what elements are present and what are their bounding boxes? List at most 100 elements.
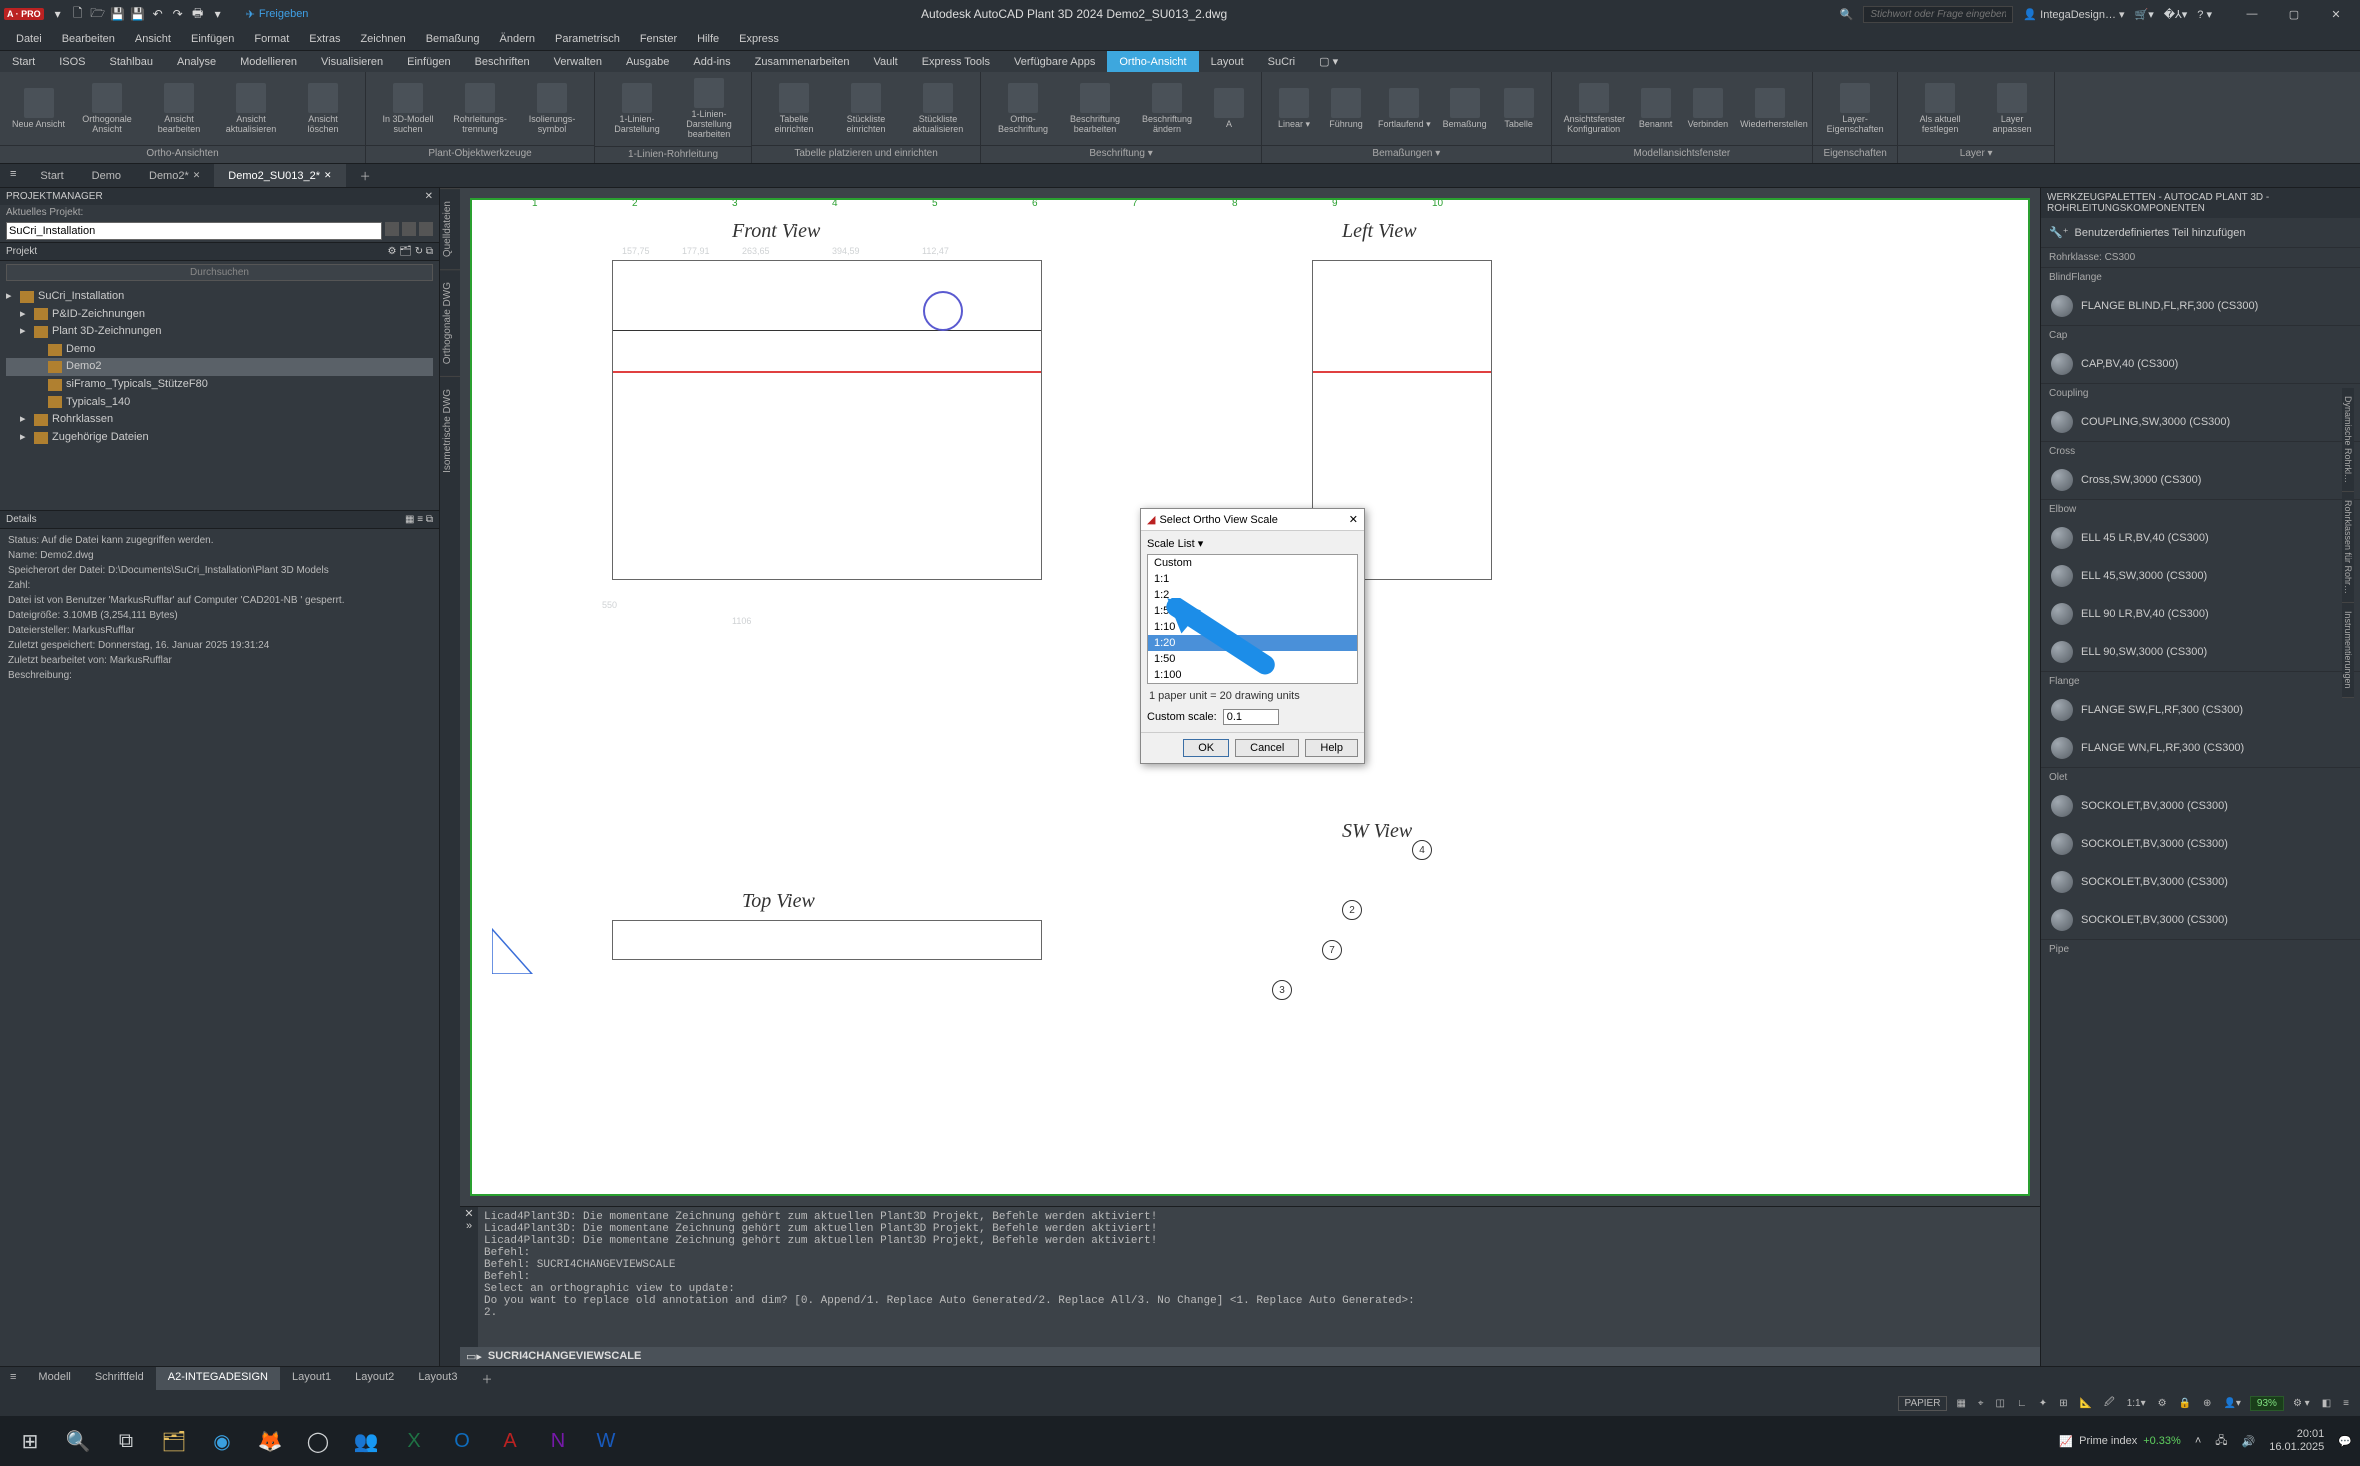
palette-add-custom[interactable]: 🔧⁺ Benutzerdefiniertes Teil hinzufügen	[2041, 218, 2360, 247]
palette-item[interactable]: SOCKOLET,BV,3000 (CS300)	[2041, 825, 2360, 863]
ribbon-tab[interactable]: ISOS	[47, 51, 97, 72]
undo-icon[interactable]: ↶	[150, 6, 166, 22]
ribbon-button[interactable]: Stückliste einrichten	[832, 81, 900, 137]
ribbon-tab[interactable]: Beschriften	[463, 51, 542, 72]
menu-icon[interactable]: ▾	[50, 6, 66, 22]
ribbon-button[interactable]: Tabelle einrichten	[760, 81, 828, 137]
help-icon[interactable]: ? ▾	[2197, 8, 2212, 21]
ribbon-button[interactable]: Ansichtsfenster Konfiguration	[1560, 81, 1628, 137]
ribbon-tab[interactable]: Analyse	[165, 51, 228, 72]
ribbon-button[interactable]: Stückliste aktualisieren	[904, 81, 972, 137]
autocad-tb-icon[interactable]: A	[488, 1421, 532, 1461]
doc-tab[interactable]: Demo2* ✕	[135, 164, 214, 187]
menu-bemaßung[interactable]: Bemaßung	[416, 30, 490, 48]
palette-item[interactable]: CAP,BV,40 (CS300)	[2041, 345, 2360, 383]
ribbon-tab[interactable]: Start	[0, 51, 47, 72]
palette-item[interactable]: FLANGE BLIND,FL,RF,300 (CS300)	[2041, 287, 2360, 325]
ribbon-tab[interactable]: Ortho-Ansicht	[1107, 51, 1198, 72]
sb-icon[interactable]: ⊕	[2200, 1398, 2214, 1409]
onenote-icon[interactable]: N	[536, 1421, 580, 1461]
tray-sound-icon[interactable]: 🔊	[2242, 1435, 2256, 1448]
pm-export-icon[interactable]	[419, 222, 433, 236]
palette-item[interactable]: COUPLING,SW,3000 (CS300)	[2041, 403, 2360, 441]
maximize-button[interactable]: ▢	[2274, 4, 2314, 24]
sb-icon[interactable]: ⌖	[1975, 1398, 1987, 1409]
menu-format[interactable]: Format	[244, 30, 299, 48]
outlook-icon[interactable]: O	[440, 1421, 484, 1461]
tree-item[interactable]: Typicals_140	[6, 394, 433, 412]
chrome-icon[interactable]: ◯	[296, 1421, 340, 1461]
console-close-icon[interactable]: ✕»	[460, 1207, 478, 1347]
ribbon-tab[interactable]: Express Tools	[910, 51, 1002, 72]
ribbon-button[interactable]: Führung	[1322, 86, 1370, 132]
ribbon-tab[interactable]: Layout	[1199, 51, 1256, 72]
palette-item[interactable]: ELL 90 LR,BV,40 (CS300)	[2041, 595, 2360, 633]
tray-chevron-icon[interactable]: ˄	[2195, 1435, 2201, 1447]
custom-scale-input[interactable]	[1223, 709, 1279, 725]
ribbon-button[interactable]: Orthogonale Ansicht	[73, 81, 141, 137]
ribbon-button[interactable]: Wiederherstellen	[1736, 86, 1804, 132]
scale-list-label[interactable]: Scale List ▾	[1147, 535, 1358, 552]
menu-parametrisch[interactable]: Parametrisch	[545, 30, 630, 48]
scale-option[interactable]: 1:2	[1148, 587, 1357, 603]
doc-tab[interactable]: Demo2_SU013_2* ✕	[214, 164, 345, 187]
tree-item[interactable]: ▸Plant 3D-Zeichnungen	[6, 323, 433, 341]
sb-icon[interactable]: ◫	[1993, 1398, 2008, 1409]
command-input-row[interactable]: ▭▸ SUCRI4CHANGEVIEWSCALE	[460, 1347, 2040, 1366]
ribbon-tab[interactable]: Visualisieren	[309, 51, 395, 72]
tree-item[interactable]: ▸SuCri_Installation	[6, 288, 433, 306]
side-tab[interactable]: Quelldateien	[440, 188, 460, 269]
ribbon-button[interactable]: Neue Ansicht	[8, 86, 69, 132]
teams-icon[interactable]: 👥	[344, 1421, 388, 1461]
open-icon[interactable]: 🗁	[90, 6, 106, 22]
layout-tab[interactable]: Layout2	[343, 1367, 406, 1390]
menu-einfügen[interactable]: Einfügen	[181, 30, 244, 48]
doc-tab[interactable]: Start	[26, 164, 77, 187]
menu-extras[interactable]: Extras	[299, 30, 350, 48]
ribbon-button[interactable]: Beschriftung bearbeiten	[1061, 81, 1129, 137]
layout-tab[interactable]: Layout1	[280, 1367, 343, 1390]
redo-icon[interactable]: ↷	[170, 6, 186, 22]
ok-button[interactable]: OK	[1183, 739, 1229, 757]
ribbon-tab[interactable]: Einfügen	[395, 51, 462, 72]
palette-item[interactable]: SOCKOLET,BV,3000 (CS300)	[2041, 863, 2360, 901]
ribbon-button[interactable]: In 3D-Modell suchen	[374, 81, 442, 137]
help-button[interactable]: Help	[1305, 739, 1358, 757]
ribbon-tab[interactable]: Ausgabe	[614, 51, 681, 72]
tray-network-icon[interactable]: 🖧	[2215, 1432, 2227, 1451]
scale-option[interactable]: 1:100	[1148, 667, 1357, 683]
ribbon-button[interactable]: Ansicht aktualisieren	[217, 81, 285, 137]
minimize-button[interactable]: —	[2232, 4, 2272, 24]
scale-list[interactable]: Custom1:11:21:51:101:201:501:100	[1147, 554, 1358, 684]
ribbon-button[interactable]: Fortlaufend ▾	[1374, 86, 1435, 132]
sb-icon[interactable]: ≡	[2340, 1398, 2352, 1409]
sb-icon[interactable]: ◧	[2319, 1398, 2334, 1409]
sb-icon[interactable]: 👤▾	[2220, 1398, 2243, 1409]
tree-item[interactable]: Demo	[6, 341, 433, 359]
more-icon[interactable]: ▾	[210, 6, 226, 22]
save-icon[interactable]: 💾	[110, 6, 126, 22]
search-tb-icon[interactable]: 🔍	[56, 1421, 100, 1461]
notification-icon[interactable]: 💬	[2338, 1435, 2352, 1448]
ribbon-button[interactable]: Linear ▾	[1270, 86, 1318, 132]
zoom-percent[interactable]: 93%	[2250, 1396, 2284, 1411]
layout-tab[interactable]: Layout3	[406, 1367, 469, 1390]
scale-option[interactable]: 1:5	[1148, 603, 1357, 619]
palette-item[interactable]: ELL 45,SW,3000 (CS300)	[2041, 557, 2360, 595]
canvas[interactable]: 1 2 3 4 5 6 7 8 9 10 Front View Left Vie…	[460, 188, 2040, 1206]
ribbon-button[interactable]: Layer-Eigenschaften	[1821, 81, 1889, 137]
edge-icon[interactable]: ◉	[200, 1421, 244, 1461]
pm-section-tools[interactable]: ⚙ 🗂 ↻ ⧉	[387, 246, 433, 257]
pm-print-icon[interactable]	[402, 222, 416, 236]
layout-tab[interactable]: A2-INTEGADESIGN	[156, 1367, 280, 1390]
menu-hilfe[interactable]: Hilfe	[687, 30, 729, 48]
close-button[interactable]: ✕	[2316, 4, 2356, 24]
autodesk-icon[interactable]: �⅄▾	[2164, 8, 2188, 21]
paperspace-toggle[interactable]: PAPIER	[1898, 1396, 1948, 1411]
layout-tab[interactable]: Modell	[26, 1367, 82, 1390]
firefox-icon[interactable]: 🦊	[248, 1421, 292, 1461]
palette-item[interactable]: Cross,SW,3000 (CS300)	[2041, 461, 2360, 499]
menu-fenster[interactable]: Fenster	[630, 30, 687, 48]
ribbon-tab[interactable]: Verfügbare Apps	[1002, 51, 1107, 72]
ribbon-button[interactable]: Ansicht bearbeiten	[145, 81, 213, 137]
